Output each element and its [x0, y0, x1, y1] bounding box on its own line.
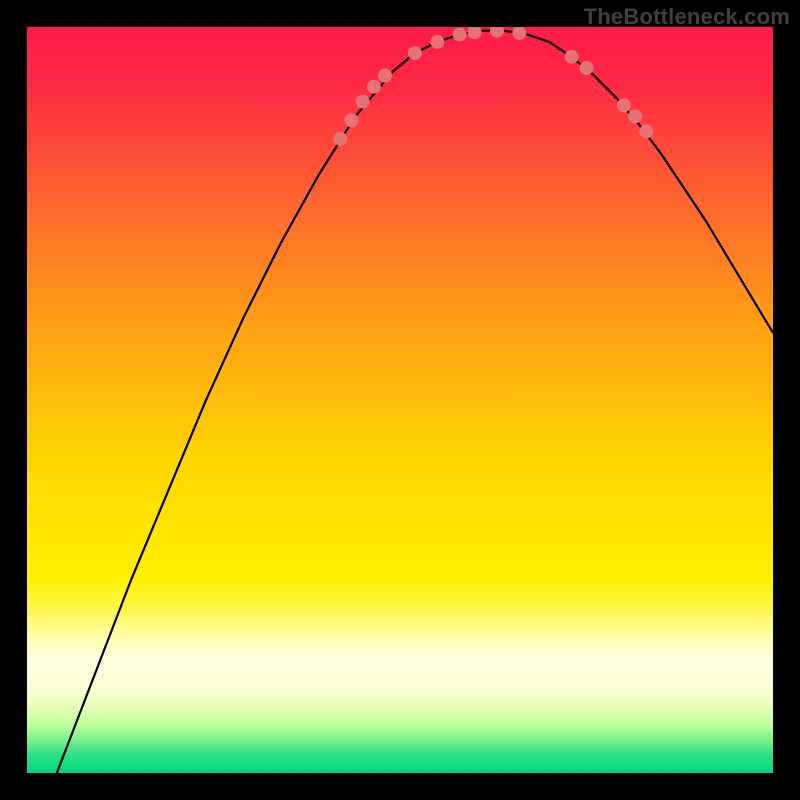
highlight-dot: [639, 124, 653, 138]
gradient-background: [27, 27, 773, 773]
highlight-dot: [628, 110, 642, 124]
highlight-dot: [408, 46, 422, 60]
highlight-dot: [430, 35, 444, 49]
highlight-dot: [580, 61, 594, 75]
highlight-dot: [453, 27, 467, 41]
watermark-text: TheBottleneck.com: [584, 4, 790, 30]
highlight-dot: [378, 68, 392, 82]
highlight-dot: [356, 95, 370, 109]
chart-svg: [27, 27, 773, 773]
chart-root: TheBottleneck.com: [0, 0, 800, 800]
highlight-dot: [565, 50, 579, 64]
highlight-dot: [617, 98, 631, 112]
highlight-dot: [367, 80, 381, 94]
highlight-dot: [333, 132, 347, 146]
highlight-dot: [345, 113, 359, 127]
plot-area: [27, 27, 773, 773]
